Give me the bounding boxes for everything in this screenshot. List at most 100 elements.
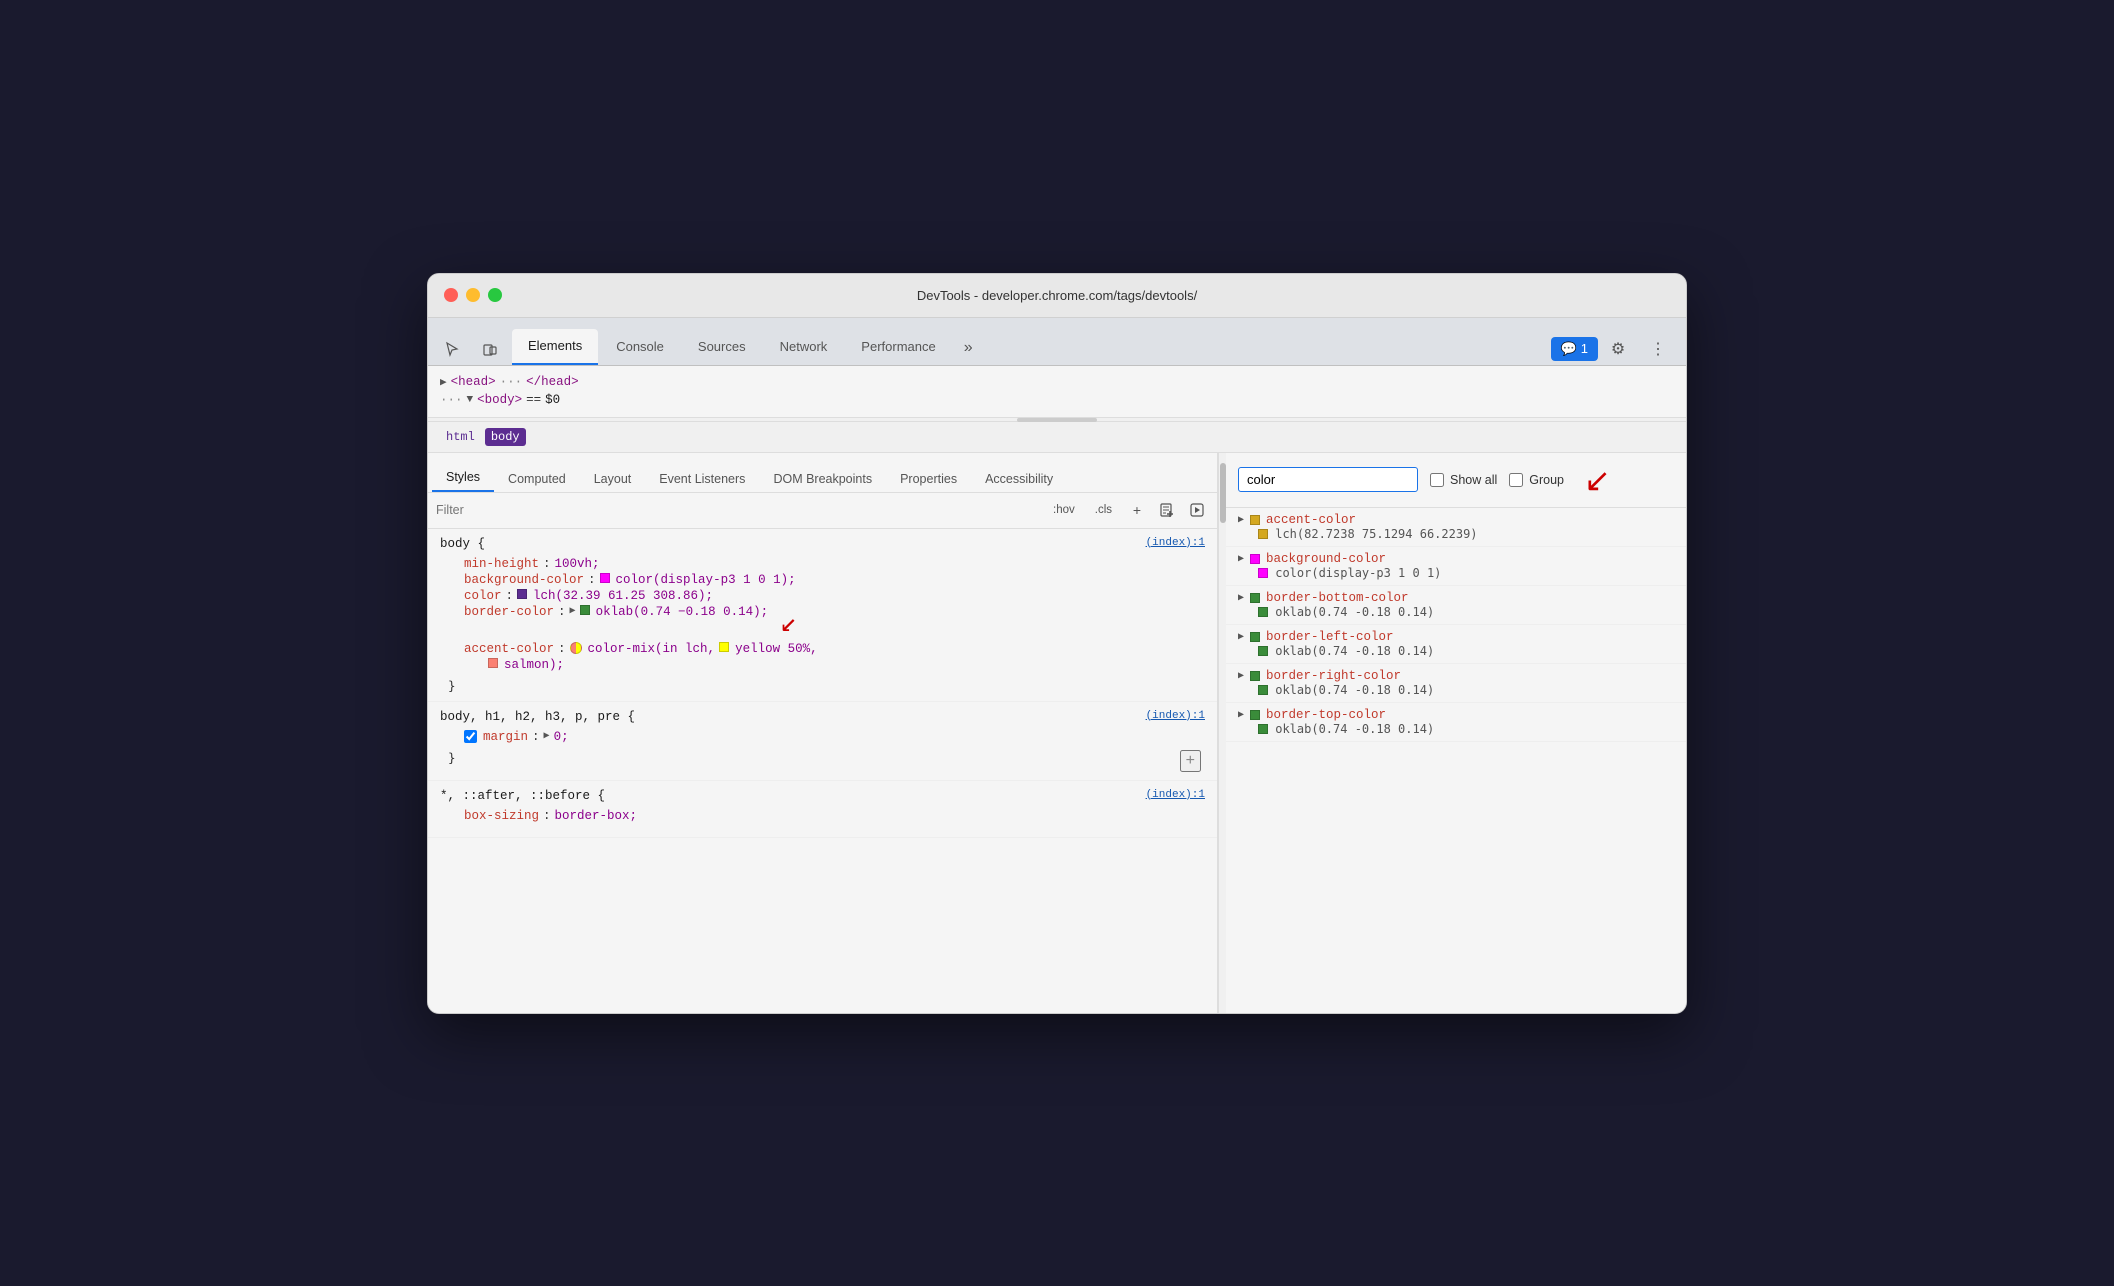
- dom-triangle-head[interactable]: ▶: [440, 375, 447, 389]
- css-source-link3[interactable]: (index):1: [1146, 789, 1205, 801]
- border-right-swatch[interactable]: [1250, 671, 1260, 681]
- css-rule-universal: *, ::after, ::before { (index):1 box-siz…: [428, 781, 1217, 838]
- css-source-universal: (index):1: [1146, 789, 1205, 801]
- tab-sources[interactable]: Sources: [682, 329, 762, 365]
- more-options-icon[interactable]: ⋮: [1642, 333, 1674, 365]
- tab-dom-breakpoints[interactable]: DOM Breakpoints: [759, 466, 886, 492]
- border-left-value-swatch[interactable]: [1258, 646, 1268, 656]
- border-bottom-value-swatch[interactable]: [1258, 607, 1268, 617]
- background-color-swatch[interactable]: [600, 573, 610, 583]
- notifications-button[interactable]: 💬 1: [1551, 337, 1598, 361]
- computed-item-border-left-color: ▶ border-left-color oklab(0.74 -0.18 0.1…: [1226, 625, 1686, 664]
- css-prop-border-color: border-color : ▶ oklab(0.74 −0.18 0.14);…: [464, 605, 1205, 640]
- maximize-button[interactable]: [488, 288, 502, 302]
- annotation-arrow-2: ↙: [1584, 461, 1611, 499]
- left-panel: Styles Computed Layout Event Listeners D…: [428, 453, 1218, 1013]
- window-title: DevTools - developer.chrome.com/tags/dev…: [917, 288, 1197, 303]
- play-icon[interactable]: [1185, 498, 1209, 522]
- color-swatch[interactable]: [517, 589, 527, 599]
- tab-console[interactable]: Console: [600, 329, 680, 365]
- border-top-swatch[interactable]: [1250, 710, 1260, 720]
- computed-search-input[interactable]: [1238, 467, 1418, 492]
- devtools-right-icons: 💬 1 ⚙ ⋮: [1551, 333, 1678, 365]
- filter-bar: :hov .cls +: [428, 493, 1217, 529]
- border-color-swatch[interactable]: [580, 605, 590, 615]
- tab-performance[interactable]: Performance: [845, 329, 951, 365]
- css-source-link2[interactable]: (index):1: [1146, 710, 1205, 722]
- css-source-body-headings: (index):1: [1146, 710, 1205, 722]
- computed-item-border-right-color: ▶ border-right-color oklab(0.74 -0.18 0.…: [1226, 664, 1686, 703]
- margin-triangle[interactable]: ▶: [544, 730, 550, 742]
- salmon-swatch[interactable]: [488, 658, 498, 668]
- bg-color-computed-swatch[interactable]: [1250, 554, 1260, 564]
- dom-line-body: ··· ▼ <body> == $0: [440, 393, 1674, 407]
- device-toggle-icon[interactable]: [474, 333, 506, 365]
- css-prop-margin: margin : ▶ 0;: [464, 730, 1205, 744]
- bg-color-value-swatch[interactable]: [1258, 568, 1268, 578]
- tab-accessibility[interactable]: Accessibility: [971, 466, 1067, 492]
- css-prop-min-height: min-height : 100vh;: [464, 557, 1205, 571]
- hov-button[interactable]: :hov: [1046, 501, 1082, 519]
- computed-expand-accent[interactable]: ▶: [1238, 514, 1244, 526]
- css-prop-color: color : lch(32.39 61.25 308.86);: [464, 589, 1205, 603]
- show-all-checkbox[interactable]: [1430, 473, 1444, 487]
- settings-icon[interactable]: ⚙: [1602, 333, 1634, 365]
- computed-expand-bg[interactable]: ▶: [1238, 553, 1244, 565]
- computed-item-background-color: ▶ background-color color(display-p3 1 0 …: [1226, 547, 1686, 586]
- css-rule-body-headings-props: margin : ▶ 0;: [440, 724, 1205, 750]
- border-top-value-swatch[interactable]: [1258, 724, 1268, 734]
- accent-color-swatch[interactable]: [570, 642, 582, 654]
- cursor-icon[interactable]: [436, 333, 468, 365]
- css-rule-body: body { (index):1 min-height : 100vh; bac…: [428, 529, 1217, 702]
- group-checkbox[interactable]: [1509, 473, 1523, 487]
- tab-network[interactable]: Network: [764, 329, 844, 365]
- computed-item-border-top-color: ▶ border-top-color oklab(0.74 -0.18 0.14…: [1226, 703, 1686, 742]
- annotation-arrow-1: ↙: [780, 605, 797, 640]
- computed-expand-border-left[interactable]: ▶: [1238, 631, 1244, 643]
- breadcrumb: html body: [428, 422, 1686, 453]
- border-bottom-swatch[interactable]: [1250, 593, 1260, 603]
- computed-search-bar: Show all Group ↙: [1226, 453, 1686, 508]
- filter-input[interactable]: [436, 503, 1040, 517]
- css-rule-body-headings: body, h1, h2, h3, p, pre { (index):1 mar…: [428, 702, 1217, 781]
- tab-event-listeners[interactable]: Event Listeners: [645, 466, 759, 492]
- css-prop-accent-color-cont: salmon);: [464, 658, 1205, 672]
- tab-styles[interactable]: Styles: [432, 464, 494, 492]
- border-color-triangle[interactable]: ▶: [570, 605, 576, 617]
- main-scrollbar[interactable]: [1218, 453, 1226, 1013]
- new-rule-icon[interactable]: [1155, 498, 1179, 522]
- breadcrumb-body[interactable]: body: [485, 428, 526, 446]
- computed-expand-border-top[interactable]: ▶: [1238, 709, 1244, 721]
- add-property-button[interactable]: +: [1180, 750, 1201, 772]
- tab-elements[interactable]: Elements: [512, 329, 598, 365]
- breadcrumb-html[interactable]: html: [440, 428, 481, 446]
- scrollbar-thumb: [1220, 463, 1226, 523]
- add-rule-icon[interactable]: +: [1125, 498, 1149, 522]
- computed-list: ▶ accent-color lch(82.7238 75.1294 66.22…: [1226, 508, 1686, 1013]
- accent-color-computed-swatch[interactable]: [1250, 515, 1260, 525]
- border-left-swatch[interactable]: [1250, 632, 1260, 642]
- computed-item-border-bottom-color: ▶ border-bottom-color oklab(0.74 -0.18 0…: [1226, 586, 1686, 625]
- css-rule-body-props: min-height : 100vh; background-color : c…: [440, 551, 1205, 678]
- css-source-link[interactable]: (index):1: [1146, 537, 1205, 549]
- yellow-swatch[interactable]: [719, 642, 729, 652]
- computed-expand-border-bottom[interactable]: ▶: [1238, 592, 1244, 604]
- show-all-option[interactable]: Show all: [1430, 473, 1497, 487]
- margin-checkbox[interactable]: [464, 730, 477, 743]
- css-selector-universal: *, ::after, ::before {: [440, 789, 605, 803]
- main-content: Styles Computed Layout Event Listeners D…: [428, 453, 1686, 1013]
- computed-expand-border-right[interactable]: ▶: [1238, 670, 1244, 682]
- border-right-value-swatch[interactable]: [1258, 685, 1268, 695]
- accent-color-value-swatch[interactable]: [1258, 529, 1268, 539]
- group-option[interactable]: Group: [1509, 473, 1564, 487]
- tab-computed[interactable]: Computed: [494, 466, 580, 492]
- tab-layout[interactable]: Layout: [580, 466, 646, 492]
- css-prop-accent-color: accent-color : color-mix(in lch, yellow …: [464, 642, 1205, 656]
- minimize-button[interactable]: [466, 288, 480, 302]
- cls-button[interactable]: .cls: [1088, 501, 1119, 519]
- tab-properties[interactable]: Properties: [886, 466, 971, 492]
- panel-tab-bar: Styles Computed Layout Event Listeners D…: [428, 453, 1217, 493]
- more-tabs-button[interactable]: »: [954, 331, 983, 365]
- dom-triangle-body[interactable]: ▼: [467, 394, 474, 406]
- close-button[interactable]: [444, 288, 458, 302]
